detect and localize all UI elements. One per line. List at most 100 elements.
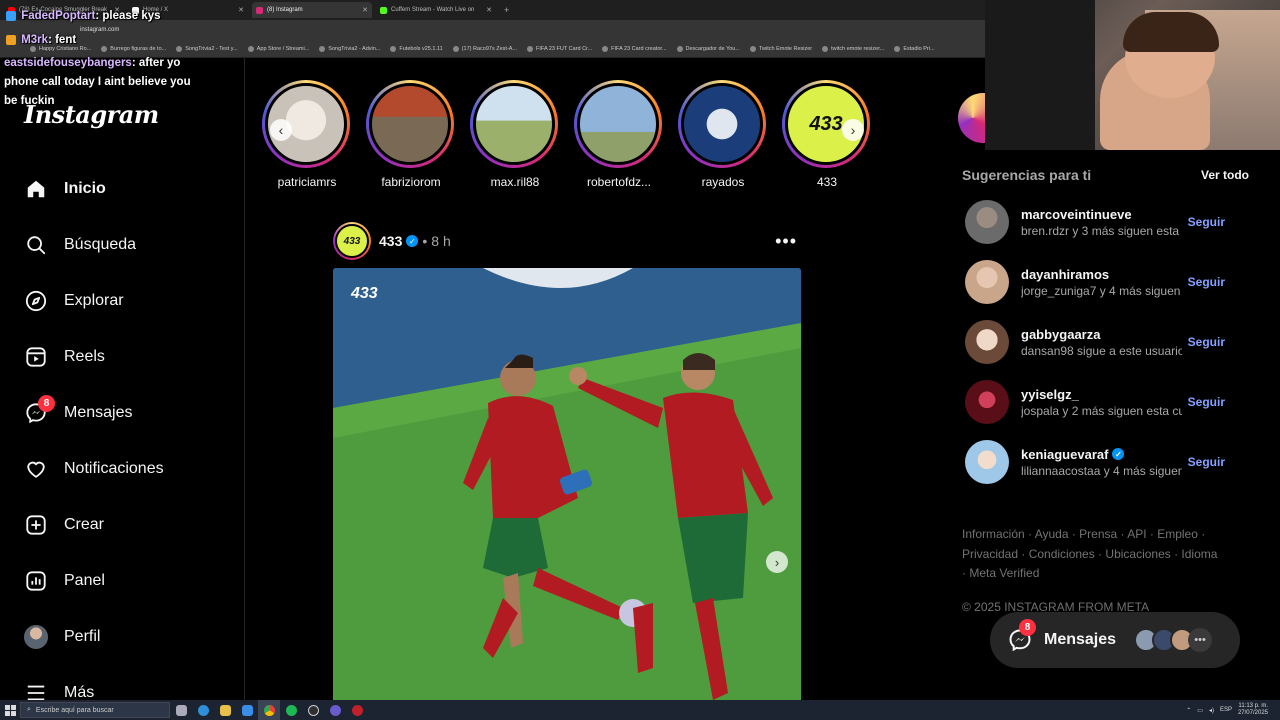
nav-item-reels[interactable]: Reels: [24, 342, 105, 372]
obs-icon[interactable]: [302, 700, 324, 720]
close-icon[interactable]: ✕: [362, 6, 368, 14]
follow-button[interactable]: Seguir: [1188, 395, 1225, 409]
stories-prev-button[interactable]: ‹: [270, 119, 292, 141]
bookmark[interactable]: Estadio Pri...: [894, 45, 935, 52]
nav-item-create[interactable]: Crear: [24, 510, 104, 540]
browser-tab[interactable]: Cuffem Stream - Watch Live on ✕: [376, 2, 496, 18]
reels-icon: [24, 345, 48, 369]
follow-button[interactable]: Seguir: [1188, 275, 1225, 289]
home-icon: [24, 177, 48, 201]
bookmark[interactable]: Descargador de You...: [676, 45, 740, 52]
story-item[interactable]: rayados: [678, 80, 768, 189]
clock-date: 27/07/2025: [1237, 710, 1268, 716]
nav-label: Crear: [64, 516, 105, 533]
suggestion-username[interactable]: keniaguevaraf ✓: [1021, 447, 1182, 462]
follow-button[interactable]: Seguir: [1188, 335, 1225, 349]
avatar[interactable]: [965, 200, 1009, 244]
post-avatar[interactable]: 433: [333, 222, 371, 260]
windows-start-icon[interactable]: [0, 700, 20, 720]
address-bar[interactable]: instagram.com: [0, 20, 985, 40]
volume-icon[interactable]: ◂): [1209, 707, 1214, 714]
avatar[interactable]: [965, 260, 1009, 304]
more-options-icon[interactable]: •••: [775, 231, 797, 252]
clock-time: 11:13 p. m.: [1238, 703, 1268, 709]
store-icon[interactable]: [236, 700, 258, 720]
browser-tab-active[interactable]: (8) Instagram ✕: [252, 2, 372, 18]
chrome-icon[interactable]: [258, 700, 280, 720]
nav-item-dashboard[interactable]: Panel: [24, 566, 105, 596]
app-icon[interactable]: [346, 700, 368, 720]
messages-pill[interactable]: 8 Mensajes •••: [990, 612, 1240, 668]
follow-button[interactable]: Seguir: [1188, 215, 1225, 229]
spotify-icon[interactable]: [280, 700, 302, 720]
avatar[interactable]: [965, 440, 1009, 484]
story-username: fabriziorom: [381, 175, 441, 189]
bookmark-icon: [176, 45, 183, 52]
nav-item-messages[interactable]: 8 Mensajes: [24, 395, 132, 428]
taskbar-search-input[interactable]: ⌕ Escribe aquí para buscar: [20, 702, 170, 718]
nav-item-search[interactable]: Búsqueda: [24, 230, 136, 260]
see-all-link[interactable]: Ver todo: [1201, 168, 1249, 182]
sidebar: Instagram Inicio Búsqueda Explorar Reels: [0, 58, 245, 701]
bookmark[interactable]: App Store / Streami...: [247, 45, 309, 52]
messenger-icon: 8: [1008, 619, 1036, 652]
bookmark[interactable]: Futebols v25.1.11: [390, 45, 443, 52]
bookmark[interactable]: Burrego figuras de to...: [101, 45, 166, 52]
edge-icon[interactable]: [192, 700, 214, 720]
story-item[interactable]: max.ril88: [470, 80, 560, 189]
chrome-alt-icon[interactable]: [324, 700, 346, 720]
suggestion-username[interactable]: yyiselgz_: [1021, 387, 1182, 402]
footer-links[interactable]: Información · Ayuda · Prensa · API · Emp…: [962, 525, 1222, 584]
nav-label: Inicio: [64, 180, 106, 197]
file-explorer-icon[interactable]: [214, 700, 236, 720]
follow-button[interactable]: Seguir: [1188, 455, 1225, 469]
avatar: [24, 625, 48, 649]
suggestion-row: marcoveintinueve bren.rdzr y 3 más siguen…: [965, 200, 1225, 244]
nav-item-profile[interactable]: Perfil: [24, 622, 100, 652]
bookmark[interactable]: SongTrivia2 - Test y...: [176, 45, 238, 52]
clock[interactable]: 11:13 p. m. 27/07/2025: [1238, 703, 1268, 717]
stories-next-button[interactable]: ›: [842, 119, 864, 141]
bookmark-icon: [30, 45, 36, 52]
nav-item-notifications[interactable]: Notificaciones: [24, 454, 164, 484]
chat-badge-icon: [6, 34, 16, 45]
bookmark[interactable]: SongTrivia2 - Advin...: [319, 45, 380, 52]
compass-icon: [24, 289, 48, 313]
carousel-next-button[interactable]: ›: [766, 551, 788, 573]
windows-taskbar: ⌕ Escribe aquí para buscar ⌃ ▭ ◂) ESP 11…: [0, 700, 1280, 720]
suggestion-username[interactable]: gabbygaarza: [1021, 327, 1182, 342]
language-indicator[interactable]: ESP: [1220, 707, 1232, 713]
post-username[interactable]: 433: [379, 233, 402, 249]
suggestion-username[interactable]: dayanhiramos: [1021, 267, 1182, 282]
chat-message: eastsidefouseybangers: after yo: [4, 57, 181, 69]
network-icon[interactable]: ▭: [1197, 707, 1203, 714]
close-icon[interactable]: ✕: [238, 6, 244, 14]
story-item[interactable]: robertofdz...: [574, 80, 664, 189]
avatar[interactable]: [965, 320, 1009, 364]
tray-chevron-icon[interactable]: ⌃: [1186, 707, 1191, 714]
bookmark[interactable]: FIFA 23 FUT Card Cr...: [527, 45, 592, 52]
nav-label: Explorar: [64, 292, 124, 309]
bookmark[interactable]: (17) Raco97s Zest-A...: [452, 45, 517, 52]
story-item[interactable]: fabriziorom: [366, 80, 456, 189]
avatar[interactable]: [965, 380, 1009, 424]
nav-label: Búsqueda: [64, 236, 137, 253]
search-icon: [24, 233, 48, 257]
instagram-icon: [256, 6, 263, 14]
bookmark[interactable]: FIFA 23 Card creator...: [602, 45, 667, 52]
close-icon[interactable]: ✕: [486, 6, 492, 14]
bookmark[interactable]: twitch emote resizer...: [822, 45, 884, 52]
story-ring: [574, 80, 662, 168]
story-avatar-partial[interactable]: [958, 93, 988, 143]
task-view-icon[interactable]: [170, 700, 192, 720]
post-watermark: 433: [350, 285, 378, 302]
post-image[interactable]: 433: [333, 268, 801, 700]
nav-item-home[interactable]: Inicio: [24, 174, 106, 204]
nav-item-explore[interactable]: Explorar: [24, 286, 124, 316]
suggestion-context: liliannaacostaa y 4 más siguen e...: [1021, 463, 1182, 478]
suggestion-username[interactable]: marcoveintinueve: [1021, 207, 1182, 222]
bookmark[interactable]: Happy Cristiano Ro...: [30, 45, 91, 52]
messages-avatars: •••: [1134, 628, 1213, 652]
new-tab-button[interactable]: +: [504, 5, 509, 15]
bookmark[interactable]: Twitch Emote Resizer: [749, 45, 812, 52]
